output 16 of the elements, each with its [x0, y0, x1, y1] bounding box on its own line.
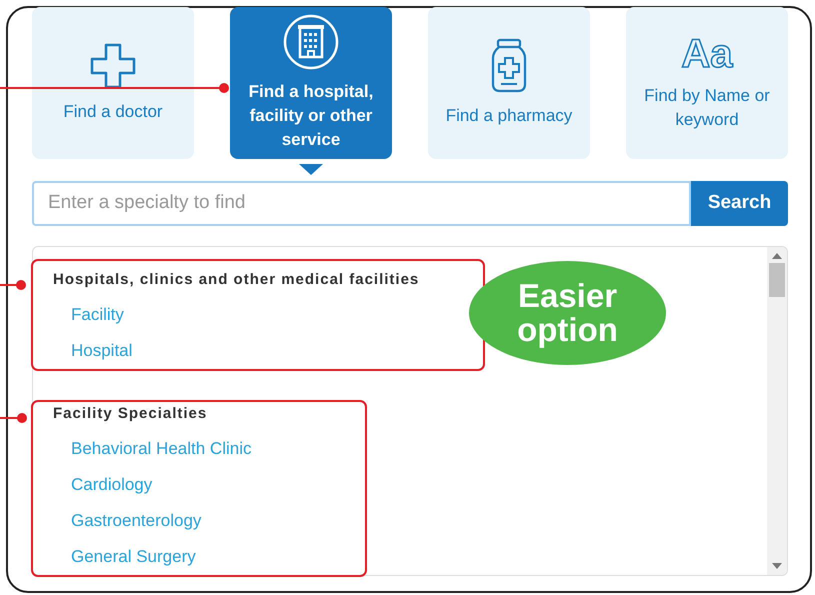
- group-heading: Hospitals, clinics and other medical facilities: [53, 270, 420, 290]
- specialty-link[interactable]: General Surgery: [71, 547, 196, 566]
- search-option-tile[interactable]: Find a doctor: [32, 7, 194, 159]
- search-option-tile[interactable]: Find a pharmacy: [428, 7, 590, 159]
- specialty-link[interactable]: Gastroenterology: [71, 511, 202, 530]
- search-option-tile[interactable]: Aa Find by Name or keyword: [626, 7, 788, 159]
- specialty-link[interactable]: Behavioral Health Clinic: [71, 439, 252, 458]
- callout: Easier option: [469, 261, 666, 365]
- group-heading: Facility Specialties: [53, 404, 208, 424]
- specialty-link[interactable]: Facility: [71, 305, 124, 324]
- specialty-link[interactable]: Cardiology: [71, 475, 152, 494]
- search-button[interactable]: Search: [691, 181, 788, 226]
- search-field[interactable]: Enter a specialty to find: [32, 181, 691, 226]
- search-option-tile[interactable]: Find a hospital, facility or other service: [230, 7, 392, 159]
- text-size-icon: Aa: [681, 34, 733, 74]
- specialty-link[interactable]: Hospital: [71, 341, 132, 360]
